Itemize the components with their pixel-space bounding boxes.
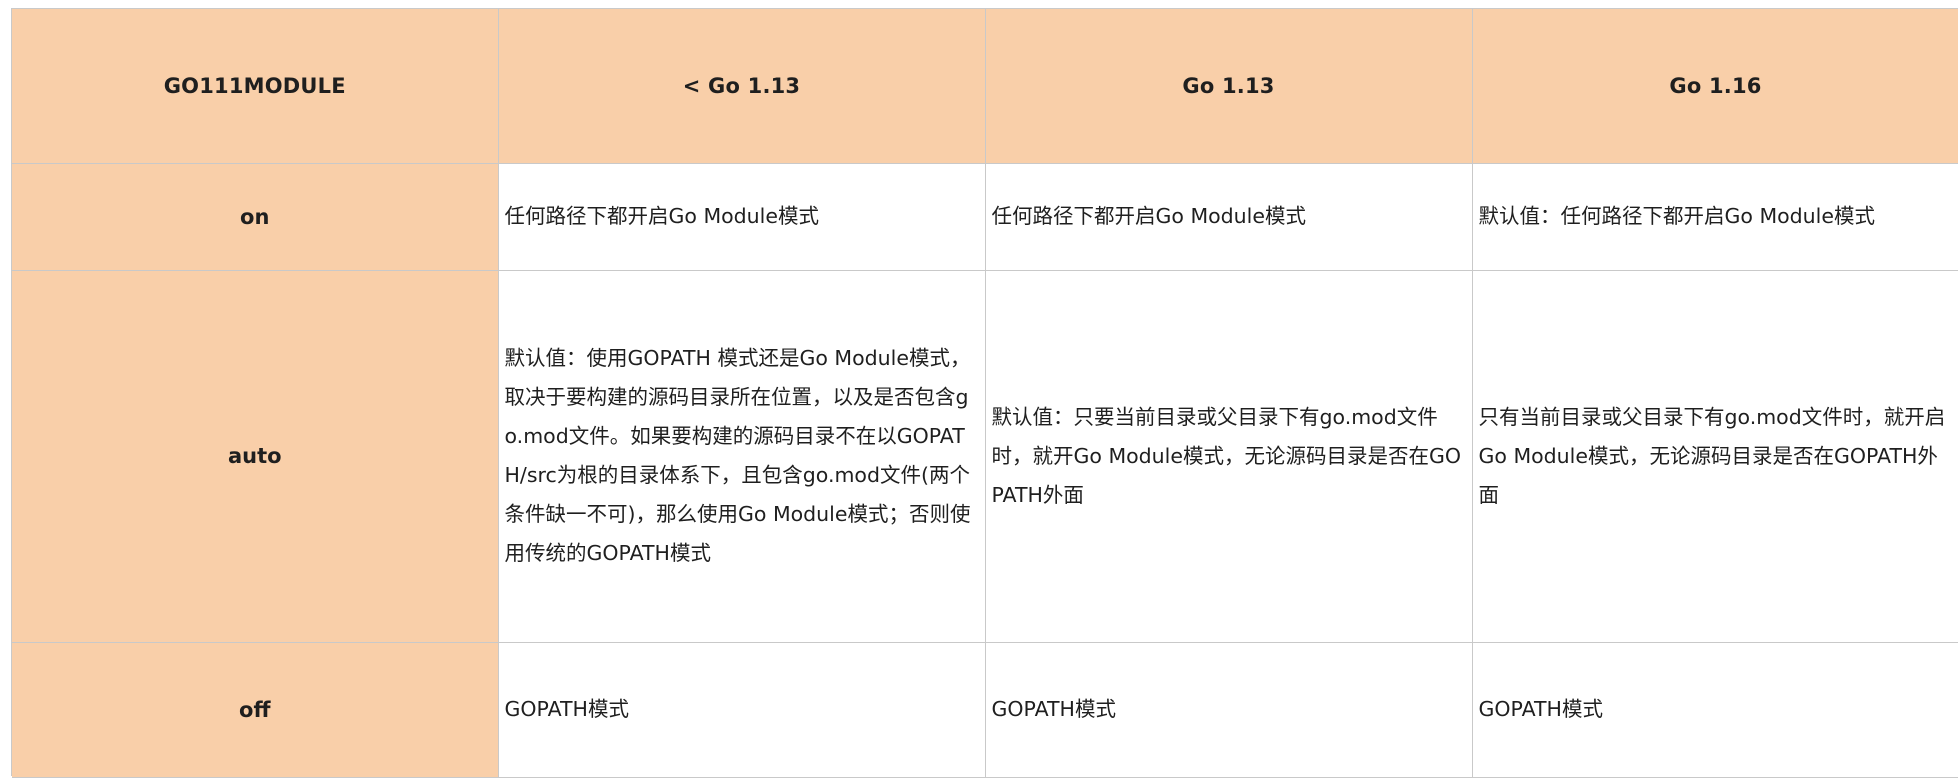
table-header-row: GO111MODULE < Go 1.13 Go 1.13 Go 1.16 — [12, 9, 1958, 164]
row-key-on: on — [12, 163, 499, 271]
table-row-on: on 任何路径下都开启Go Module模式 任何路径下都开启Go Module… — [12, 163, 1958, 271]
cell-off-go-1-16: GOPATH模式 — [1472, 642, 1958, 778]
header-go-1-16: Go 1.16 — [1472, 9, 1958, 164]
go111module-table-container: GO111MODULE < Go 1.13 Go 1.13 Go 1.16 on… — [11, 8, 1958, 778]
cell-off-go-lt-1-13: GOPATH模式 — [498, 642, 986, 778]
cell-on-go-1-13: 任何路径下都开启Go Module模式 — [985, 163, 1473, 271]
row-key-off: off — [12, 642, 499, 778]
table-row-off: off GOPATH模式 GOPATH模式 GOPATH模式 — [12, 642, 1958, 778]
header-go-1-13: Go 1.13 — [985, 9, 1473, 164]
cell-on-go-1-16: 默认值：任何路径下都开启Go Module模式 — [1472, 163, 1958, 271]
cell-auto-go-1-16: 只有当前目录或父目录下有go.mod文件时，就开启Go Module模式，无论源… — [1472, 270, 1958, 643]
header-go111module: GO111MODULE — [12, 9, 499, 164]
cell-on-go-lt-1-13: 任何路径下都开启Go Module模式 — [498, 163, 986, 271]
cell-auto-go-1-13: 默认值：只要当前目录或父目录下有go.mod文件时，就开Go Module模式，… — [985, 270, 1473, 643]
cell-off-go-1-13: GOPATH模式 — [985, 642, 1473, 778]
cell-auto-go-lt-1-13: 默认值：使用GOPATH 模式还是Go Module模式，取决于要构建的源码目录… — [498, 270, 986, 643]
header-go-lt-1-13: < Go 1.13 — [498, 9, 986, 164]
row-key-auto: auto — [12, 270, 499, 643]
table-row-auto: auto 默认值：使用GOPATH 模式还是Go Module模式，取决于要构建… — [12, 270, 1958, 643]
go111module-table: GO111MODULE < Go 1.13 Go 1.13 Go 1.16 on… — [12, 9, 1958, 778]
